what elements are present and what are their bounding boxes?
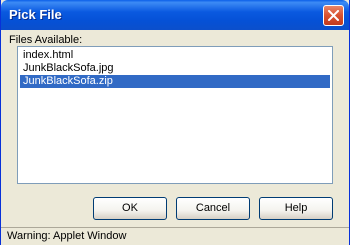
file-list-item[interactable]: JunkBlackSofa.jpg [20,62,330,75]
file-list[interactable]: index.html JunkBlackSofa.jpg JunkBlackSo… [17,46,333,184]
cancel-button[interactable]: Cancel [176,197,250,220]
help-button[interactable]: Help [259,197,333,220]
pick-file-dialog: Pick File Files Available: index.html Ju… [0,0,350,245]
title-bar[interactable]: Pick File [1,0,349,30]
close-button[interactable] [323,5,344,26]
files-available-label: Files Available: [9,34,83,46]
status-bar: Warning: Applet Window [1,227,349,245]
window-title: Pick File [9,7,62,22]
file-list-item[interactable]: index.html [20,49,330,62]
status-text: Warning: Applet Window [7,230,127,242]
close-icon [328,10,339,21]
ok-button[interactable]: OK [93,197,167,220]
file-list-item-selected[interactable]: JunkBlackSofa.zip [20,75,330,88]
